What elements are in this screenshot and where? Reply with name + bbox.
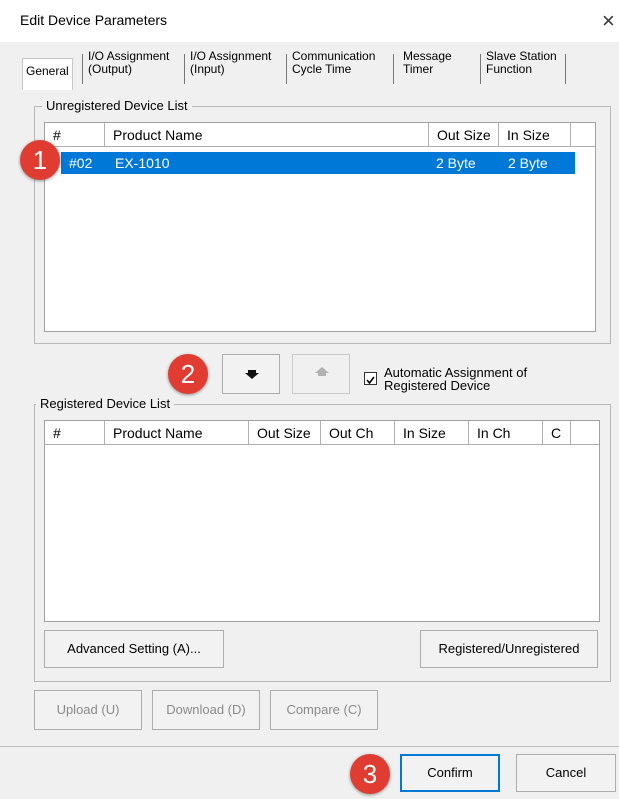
- tab-slave-station-function[interactable]: Slave Station Function: [486, 50, 557, 86]
- row-product-name: EX-1010: [115, 155, 170, 171]
- registered-device-list-title: Registered Device List: [36, 396, 175, 411]
- title-bar: Edit Device Parameters ×: [0, 0, 619, 42]
- auto-assign-label[interactable]: Automatic Assignment of Registered Devic…: [384, 366, 527, 392]
- col-header-out-ch[interactable]: Out Ch: [321, 421, 395, 445]
- step-badge-3: 3: [350, 754, 390, 794]
- tab-slave-line2: Function: [486, 62, 533, 76]
- compare-button[interactable]: Compare (C): [270, 690, 378, 730]
- download-button[interactable]: Download (D): [152, 690, 260, 730]
- auto-assign-label-line2: Registered Device: [384, 378, 491, 393]
- arrow-down-icon: [245, 370, 259, 379]
- tab-comm-line2: Cycle Time: [292, 62, 352, 76]
- col-header-in-size[interactable]: In Size: [499, 123, 571, 147]
- register-device-button[interactable]: [222, 354, 280, 394]
- col-header-product-name[interactable]: Product Name: [105, 123, 429, 147]
- col-header-out-size[interactable]: Out Size: [429, 123, 499, 147]
- row-num: #02: [69, 155, 93, 171]
- step-badge-1: 1: [20, 140, 60, 180]
- col-header-product-name[interactable]: Product Name: [105, 421, 249, 445]
- unregister-device-button[interactable]: [292, 354, 350, 394]
- tab-io-input[interactable]: I/O Assignment (Input): [190, 50, 271, 86]
- col-header-filler: [571, 421, 599, 445]
- step-badge-2: 2: [168, 354, 208, 394]
- tab-communication-cycle-time[interactable]: Communication Cycle Time: [292, 50, 375, 86]
- tab-message-timer[interactable]: Message Timer: [403, 50, 452, 86]
- tab-io-output[interactable]: I/O Assignment (Output): [88, 50, 169, 86]
- close-icon[interactable]: ×: [602, 6, 615, 36]
- arrow-up-icon: [315, 367, 329, 376]
- window-title: Edit Device Parameters: [20, 12, 168, 28]
- col-header-in-size[interactable]: In Size: [395, 421, 469, 445]
- col-header-in-ch[interactable]: In Ch: [469, 421, 543, 445]
- tab-general[interactable]: General: [22, 58, 73, 91]
- col-header-num[interactable]: #: [45, 123, 105, 147]
- registered-unregistered-button[interactable]: Registered/Unregistered: [420, 630, 598, 668]
- col-header-out-size[interactable]: Out Size: [249, 421, 321, 445]
- col-header-c[interactable]: C: [543, 421, 571, 445]
- col-header-num[interactable]: #: [45, 421, 105, 445]
- row-out-size: 2 Byte: [436, 155, 476, 171]
- tab-message-line2: Timer: [403, 62, 434, 76]
- upload-button[interactable]: Upload (U): [34, 690, 142, 730]
- tab-io-output-line2: (Output): [88, 62, 133, 76]
- checkmark-icon: [366, 376, 375, 385]
- tab-io-input-line2: (Input): [190, 62, 225, 76]
- registered-device-grid[interactable]: # Product Name Out Size Out Ch In Size I…: [44, 420, 600, 622]
- table-row[interactable]: #02 EX-1010 2 Byte 2 Byte: [61, 152, 575, 174]
- confirm-button[interactable]: Confirm: [400, 754, 500, 792]
- tab-general-label: General: [26, 64, 69, 78]
- cancel-button[interactable]: Cancel: [516, 754, 616, 792]
- unregistered-device-list-title: Unregistered Device List: [42, 98, 192, 113]
- tab-strip: General I/O Assignment (Output) I/O Assi…: [20, 50, 600, 91]
- col-header-filler: [571, 123, 595, 147]
- unregistered-device-grid[interactable]: # Product Name Out Size In Size #02 EX-1…: [44, 122, 596, 332]
- auto-assign-checkbox[interactable]: [364, 372, 377, 385]
- advanced-setting-button[interactable]: Advanced Setting (A)...: [44, 630, 224, 668]
- row-in-size: 2 Byte: [508, 155, 548, 171]
